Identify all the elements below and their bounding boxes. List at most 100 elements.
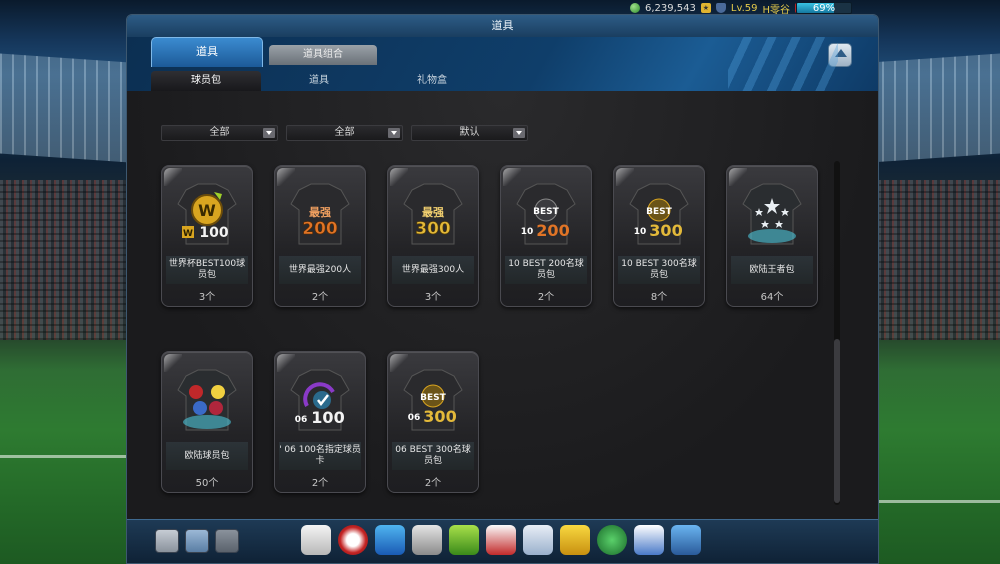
pack-count: 3个 — [424, 292, 442, 303]
chevron-down-icon[interactable] — [388, 128, 400, 138]
subtab-bar: 球员包 道具 礼物盒 — [127, 71, 878, 91]
strongest200-icon: 最强 200 — [290, 183, 350, 245]
art-label: BEST — [533, 207, 559, 217]
scrollbar-thumb[interactable] — [834, 339, 840, 503]
mail-icon[interactable] — [215, 529, 239, 553]
progress-label: 69% — [812, 3, 836, 14]
best10-200-icon: BEST 10 200 — [516, 183, 576, 245]
art-label: 10 — [521, 227, 534, 237]
06-100-icon: 06 100 — [290, 369, 350, 431]
pack-card[interactable]: BEST 10 200 10 BEST 200名球员包 2个 — [500, 165, 592, 307]
strongest300-icon: 最强 300 — [403, 183, 463, 245]
pack-name: 10 BEST 200名球员包 — [505, 256, 587, 284]
items-window: 道具 道具 道具组合 球员包 道具 礼物盒 全部 全部 默认 W W 100 世… — [126, 14, 879, 564]
boot-icon[interactable] — [375, 525, 405, 555]
filter-select-value: 全部 — [334, 127, 355, 138]
art-label: 最强 — [309, 206, 331, 219]
pack-name: 世界最强300人 — [392, 256, 474, 284]
chat-icon[interactable] — [185, 529, 209, 553]
sort-select[interactable]: 默认 — [411, 125, 528, 141]
pack-count: 50个 — [195, 478, 219, 489]
filter-select-2[interactable]: 全部 — [286, 125, 403, 141]
subtab-gift-box[interactable]: 礼物盒 — [377, 71, 487, 91]
pack-count: 3个 — [198, 292, 216, 303]
pack-count: 2个 — [311, 292, 329, 303]
progress-bar: 69% — [796, 2, 852, 14]
tab-item-combo[interactable]: 道具组合 — [269, 45, 377, 65]
crowd-left — [0, 180, 130, 340]
subtab-player-pack[interactable]: 球员包 — [151, 71, 261, 91]
pitch-line — [870, 500, 1000, 503]
collapse-up-button[interactable] — [828, 43, 852, 67]
whistle-icon[interactable] — [301, 525, 331, 555]
notepad-icon[interactable] — [523, 525, 553, 555]
level-shield-icon — [715, 3, 726, 13]
pack-card[interactable]: W W 100 世界杯BEST100球员包 3个 — [161, 165, 253, 307]
stadium-roof-right — [870, 53, 1000, 163]
pack-card[interactable]: BEST 06 300 06 BEST 300名球员包 2个 — [387, 351, 479, 493]
svg-text:W: W — [183, 229, 193, 239]
pack-card[interactable]: 最强 200 世界最强200人 2个 — [274, 165, 366, 307]
pack-count: 8个 — [650, 292, 668, 303]
svg-text:W: W — [198, 201, 216, 220]
art-label: 300 — [649, 221, 682, 240]
pack-name: 世界最强200人 — [279, 256, 361, 284]
art-label: 06 — [408, 413, 421, 423]
pack-name: 10 BEST 300名球员包 — [618, 256, 700, 284]
window-title: 道具 — [127, 15, 878, 37]
scrollbar[interactable] — [834, 161, 840, 505]
pack-card[interactable]: 最强 300 世界最强300人 3个 — [387, 165, 479, 307]
pack-card[interactable]: 欧陆球员包 50个 — [161, 351, 253, 493]
chevron-down-icon[interactable] — [263, 128, 275, 138]
pack-count: 2个 — [311, 478, 329, 489]
player-level: Lv.59 — [730, 2, 758, 14]
wc100-icon: W W 100 — [177, 183, 237, 245]
dock-menu — [301, 525, 701, 555]
pack-name: ' 06 100名指定球员卡 — [279, 442, 361, 470]
club-icon[interactable] — [597, 525, 627, 555]
ball-icon[interactable] — [338, 525, 368, 555]
bottom-dock — [127, 519, 878, 563]
pack-card[interactable]: BEST 10 300 10 BEST 300名球员包 8个 — [613, 165, 705, 307]
tab-items[interactable]: 道具 — [151, 37, 263, 67]
art-label: 300 — [415, 219, 451, 239]
crowd-right — [870, 180, 1000, 340]
chevron-down-icon[interactable] — [513, 128, 525, 138]
subtab-items[interactable]: 道具 — [264, 71, 374, 91]
filter-bar: 全部 全部 默认 — [161, 125, 528, 141]
best06-300-icon: BEST 06 300 — [403, 369, 463, 431]
art-label: 06 — [295, 415, 308, 425]
art-label: 300 — [423, 407, 456, 426]
best10-300-icon: BEST 10 300 — [629, 183, 689, 245]
trophy-icon[interactable] — [412, 525, 442, 555]
formation-icon[interactable] — [449, 525, 479, 555]
filter-select-1[interactable]: 全部 — [161, 125, 278, 141]
filter-select-value: 全部 — [209, 127, 230, 138]
pack-name: 欧陆王者包 — [731, 256, 813, 284]
pack-card[interactable]: 欧陆王者包 64个 — [726, 165, 818, 307]
gold-jersey-icon[interactable] — [560, 525, 590, 555]
pack-count: 64个 — [760, 292, 784, 303]
coin-icon — [630, 3, 640, 13]
contacts-icon[interactable] — [155, 529, 179, 553]
pack-name: 欧陆球员包 — [166, 442, 248, 470]
pack-card[interactable]: 06 100 ' 06 100名指定球员卡 2个 — [274, 351, 366, 493]
ucl-kings-icon — [742, 183, 802, 245]
currency-badge-icon: ★ — [700, 3, 711, 13]
euro-players-icon — [177, 369, 237, 431]
jersey-icon[interactable] — [486, 525, 516, 555]
content-panel: 全部 全部 默认 W W 100 世界杯BEST100球员包 3个 最强 200… — [127, 91, 878, 523]
art-label: BEST — [646, 207, 672, 217]
card-icon[interactable] — [634, 525, 664, 555]
pack-count: 2个 — [537, 292, 555, 303]
art-label: 100 — [311, 408, 344, 427]
currency-amount: 6,239,543 — [645, 2, 696, 14]
cart-icon[interactable] — [671, 525, 701, 555]
window-header: 道具 道具组合 球员包 道具 礼物盒 — [127, 37, 878, 91]
pack-name: 世界杯BEST100球员包 — [166, 256, 248, 284]
art-label: 200 — [302, 219, 338, 239]
pack-count: 2个 — [424, 478, 442, 489]
sort-select-value: 默认 — [459, 127, 480, 138]
art-label: 10 — [634, 227, 647, 237]
art-label: BEST — [420, 393, 446, 403]
